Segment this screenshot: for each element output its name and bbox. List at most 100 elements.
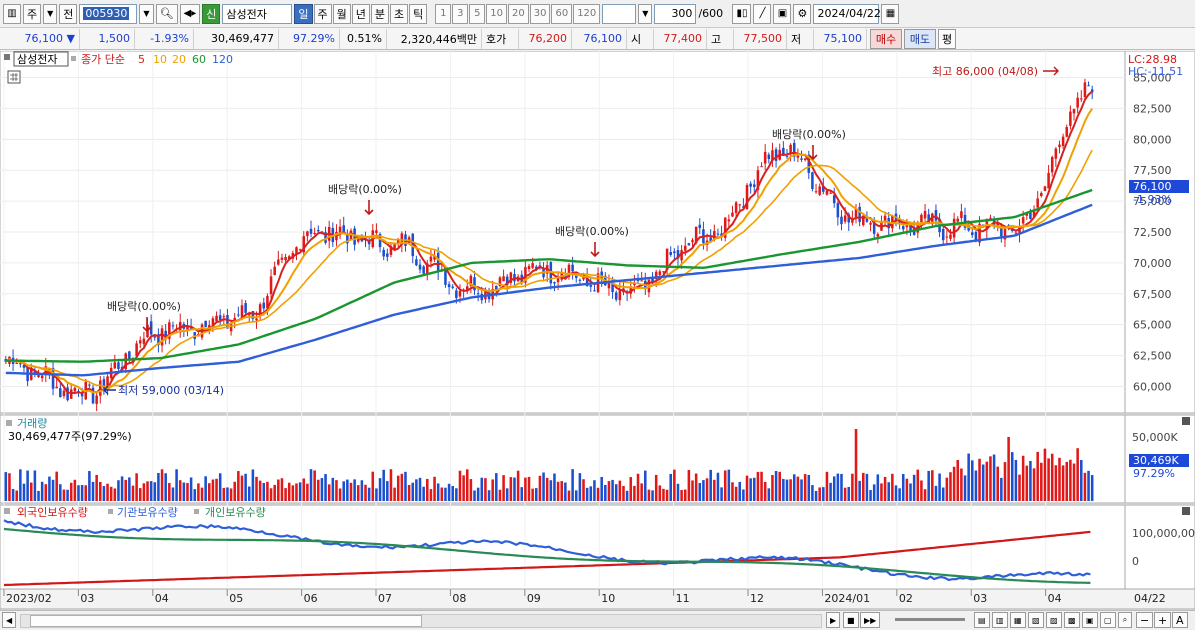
interval-button-3[interactable]: 10 bbox=[486, 3, 507, 24]
candle-icon[interactable]: ▮▯ bbox=[732, 3, 752, 24]
volume-bar bbox=[825, 471, 829, 501]
date-input[interactable]: 2024/04/22 bbox=[813, 3, 881, 24]
zoom-out-icon[interactable]: − bbox=[1136, 612, 1154, 628]
individual-holdings-label: 개인보유수량 bbox=[205, 506, 266, 519]
period-tab-4[interactable]: 분 bbox=[370, 3, 389, 24]
x-axis-label: 11 bbox=[676, 592, 690, 605]
chart-area[interactable]: 85,000 82,500 80,000 77,500 75,000 72,500 70,0… bbox=[0, 50, 1195, 611]
interval-dropdown-icon[interactable]: ▼ bbox=[638, 3, 653, 24]
sell-button[interactable]: 매도 bbox=[904, 28, 936, 49]
table-toggle-icon[interactable] bbox=[7, 70, 21, 84]
stop-icon[interactable]: ■ bbox=[843, 612, 859, 628]
interval-input[interactable] bbox=[602, 3, 637, 24]
volume-bar bbox=[84, 485, 88, 501]
candle-body bbox=[836, 203, 840, 218]
volume-panel-title: 거래량 bbox=[17, 417, 47, 430]
candle-body bbox=[1036, 198, 1039, 208]
interval-button-0[interactable]: 1 bbox=[435, 3, 452, 24]
volume-bar bbox=[396, 475, 400, 501]
layout-g-icon[interactable]: ▣ bbox=[1082, 612, 1098, 628]
volume-bar bbox=[120, 476, 124, 501]
layout-b-icon[interactable]: ▥ bbox=[992, 612, 1008, 628]
volume-close-icon[interactable] bbox=[1182, 417, 1190, 425]
layout-h-icon[interactable]: ▢ bbox=[1100, 612, 1116, 628]
interval-buttons: 1 3 5 10 20 30 60 120 bbox=[435, 3, 601, 24]
volume-bar bbox=[4, 472, 8, 501]
save-icon[interactable]: ▣ bbox=[773, 3, 792, 24]
holdings-close-icon[interactable] bbox=[1182, 507, 1190, 515]
stock-name-field[interactable]: 삼성전자 bbox=[222, 3, 293, 24]
volume-bar bbox=[426, 478, 429, 501]
count-input[interactable]: 300 bbox=[654, 3, 697, 24]
buy-button[interactable]: 매수 bbox=[870, 28, 902, 49]
chart-svg[interactable]: 85,00082,50080,00077,50075,00072,50070,0… bbox=[0, 50, 1195, 611]
code-dropdown-icon[interactable]: ▼ bbox=[139, 3, 154, 24]
chart-type-icon[interactable]: ▥ bbox=[3, 3, 21, 24]
period-tab-6[interactable]: 틱 bbox=[409, 3, 428, 24]
scroll-left-icon[interactable]: ◀ bbox=[2, 612, 17, 628]
interval-button-6[interactable]: 60 bbox=[551, 3, 573, 24]
volume-bar bbox=[1083, 472, 1087, 501]
candle-body bbox=[531, 263, 534, 268]
volume-bar bbox=[138, 488, 142, 501]
volume-bar bbox=[763, 481, 767, 501]
search-icon[interactable]: 🔍︎ bbox=[155, 3, 178, 24]
speaker-icon[interactable]: ◀▸ bbox=[179, 3, 201, 24]
volume-bar bbox=[989, 456, 992, 501]
quote-open-label: 시 bbox=[631, 32, 642, 46]
candle-body bbox=[1040, 192, 1043, 197]
layout-a-icon[interactable]: ▤ bbox=[974, 612, 990, 628]
interval-button-5[interactable]: 30 bbox=[529, 3, 551, 24]
zoom-slider[interactable] bbox=[895, 618, 965, 621]
line-tool-icon[interactable]: ╱ bbox=[753, 3, 772, 24]
volume-bar bbox=[992, 454, 996, 501]
volume-bar bbox=[193, 489, 197, 501]
candle-body bbox=[113, 362, 117, 369]
period-tab-1[interactable]: 주 bbox=[313, 3, 332, 24]
volume-bar bbox=[146, 481, 149, 501]
layout-d-icon[interactable]: ▧ bbox=[1028, 612, 1044, 628]
interval-button-2[interactable]: 5 bbox=[469, 3, 486, 24]
eval-button[interactable]: 평 bbox=[938, 28, 957, 49]
dropdown-arrow-icon[interactable]: ▼ bbox=[43, 3, 58, 24]
scroll-right-icon[interactable]: ▶ bbox=[826, 612, 841, 628]
volume-bar bbox=[29, 482, 33, 501]
layout-c-icon[interactable]: ▦ bbox=[1010, 612, 1026, 628]
volume-bar bbox=[767, 488, 771, 501]
candle-body bbox=[811, 172, 814, 189]
period-tab-0[interactable]: 일 bbox=[294, 3, 313, 24]
scroll-thumb[interactable] bbox=[30, 615, 422, 627]
calendar-icon[interactable]: ▦ bbox=[881, 3, 900, 24]
mode-b-button[interactable]: 전 bbox=[59, 3, 78, 24]
period-tab-2[interactable]: 월 bbox=[332, 3, 351, 24]
quote-low-label: 저 bbox=[791, 32, 802, 46]
candle-body bbox=[869, 222, 872, 225]
interval-button-4[interactable]: 20 bbox=[507, 3, 529, 24]
gear-icon[interactable]: ⚙ bbox=[793, 3, 812, 24]
volume-bar bbox=[164, 473, 167, 501]
layout-f-icon[interactable]: ▩ bbox=[1064, 612, 1080, 628]
period-tab-3[interactable]: 년 bbox=[351, 3, 370, 24]
amount-cell: 2,320,446백만 bbox=[387, 28, 482, 49]
volume-bar bbox=[400, 473, 404, 501]
volume-bar bbox=[811, 485, 814, 501]
candle-body bbox=[840, 216, 843, 225]
candle-body bbox=[669, 252, 672, 255]
auto-scale-icon[interactable]: A bbox=[1172, 612, 1188, 628]
candle-body bbox=[142, 338, 146, 344]
volume-bar bbox=[364, 484, 367, 501]
interval-button-1[interactable]: 3 bbox=[452, 3, 469, 24]
fast-forward-icon[interactable]: ▶▶ bbox=[860, 612, 881, 628]
period-tab-5[interactable]: 초 bbox=[390, 3, 409, 24]
zoom-in-icon[interactable]: + bbox=[1154, 612, 1172, 628]
volume-bar bbox=[705, 478, 709, 501]
stock-code-input[interactable]: 005930 bbox=[79, 3, 138, 24]
volume-bar bbox=[582, 479, 585, 501]
volume-bar bbox=[1050, 453, 1054, 501]
quote-high-label: 고 bbox=[711, 32, 722, 46]
layout-e-icon[interactable]: ▨ bbox=[1046, 612, 1062, 628]
mode-a-button[interactable]: 주 bbox=[23, 3, 42, 24]
zoom-search-icon[interactable]: ⌕ bbox=[1118, 612, 1132, 628]
candle-body bbox=[160, 328, 164, 346]
interval-button-7[interactable]: 120 bbox=[573, 3, 601, 24]
